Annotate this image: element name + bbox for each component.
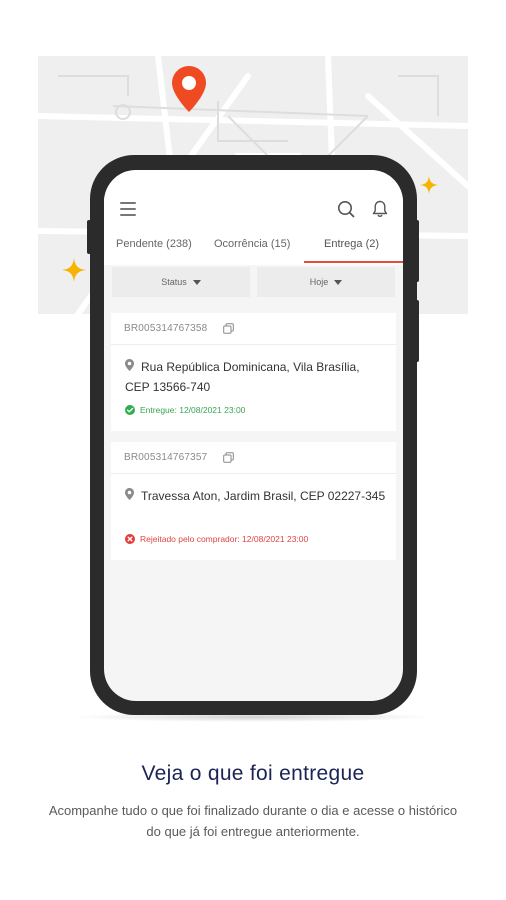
- status-filter-dropdown[interactable]: Status: [112, 267, 250, 297]
- status-filter-label: Status: [161, 277, 187, 287]
- tab-pendente[interactable]: Pendente (238): [116, 238, 192, 250]
- tab-bar: Pendente (238) Ocorrência (15) Entrega (…: [104, 232, 403, 263]
- copy-icon[interactable]: [223, 452, 234, 463]
- error-circle-icon: [125, 534, 135, 544]
- date-filter-label: Hoje: [309, 277, 329, 287]
- tracking-code: BR005314767357: [124, 452, 208, 463]
- tab-ocorrencia[interactable]: Ocorrência (15): [214, 238, 290, 250]
- delivery-address: Rua República Dominicana, Vila Brasília,…: [125, 360, 360, 394]
- date-filter-dropdown[interactable]: Hoje: [257, 267, 395, 297]
- caption-title: Veja o que foi entregue: [141, 762, 365, 785]
- location-pin-icon: [172, 66, 206, 112]
- delivery-status: Rejeitado pelo comprador: 12/08/2021 23:…: [125, 534, 308, 544]
- active-tab-indicator: [304, 261, 403, 263]
- phone-screen: Pendente (238) Ocorrência (15) Entrega (…: [104, 170, 403, 701]
- copy-icon[interactable]: [223, 323, 234, 334]
- chevron-down-icon: [192, 279, 201, 285]
- menu-icon[interactable]: [120, 202, 136, 216]
- delivery-card[interactable]: BR005314767357 Travessa Aton, Jardim Bra…: [111, 442, 396, 560]
- tab-entrega[interactable]: Entrega (2): [324, 238, 379, 250]
- delivery-address: Travessa Aton, Jardim Brasil, CEP 02227-…: [141, 489, 386, 503]
- sparkle-icon: [62, 258, 86, 282]
- caption-text: Acompanhe tudo o que foi finalizado dura…: [48, 803, 458, 839]
- chevron-down-icon: [334, 279, 343, 285]
- search-icon[interactable]: [337, 200, 355, 218]
- delivery-status: Entregue: 12/08/2021 23:00: [125, 405, 245, 415]
- delivery-card[interactable]: BR005314767358 Rua República Dominicana,…: [111, 313, 396, 431]
- delivery-card-header: BR005314767357: [111, 442, 396, 474]
- check-circle-icon: [125, 405, 135, 415]
- delivery-card-header: BR005314767358: [111, 313, 396, 345]
- app-header: Pendente (238) Ocorrência (15) Entrega (…: [104, 170, 403, 265]
- delivery-status-text: Entregue: 12/08/2021 23:00: [140, 405, 246, 415]
- delivery-status-text: Rejeitado pelo comprador: 12/08/2021 23:…: [140, 534, 309, 544]
- bell-icon[interactable]: [372, 200, 388, 218]
- tracking-code: BR005314767358: [124, 323, 208, 334]
- filter-bar: Status Hoje: [104, 267, 403, 301]
- sparkle-icon: [420, 176, 438, 194]
